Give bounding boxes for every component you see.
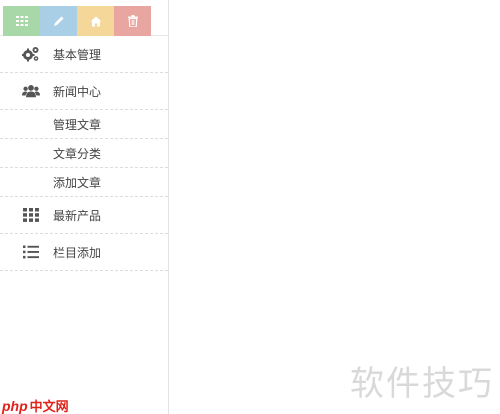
menu-item-latest-products[interactable]: 最新产品 bbox=[0, 197, 168, 234]
menu-item-label: 最新产品 bbox=[53, 208, 102, 223]
watermark-site-text: 软件技巧 bbox=[350, 364, 494, 404]
php-logo-text: php bbox=[2, 397, 28, 414]
shortcut-home-button[interactable] bbox=[77, 6, 114, 36]
shortcut-edit-button[interactable] bbox=[40, 6, 77, 36]
menu-item-label: 栏目添加 bbox=[53, 245, 102, 260]
pencil-icon bbox=[53, 16, 63, 26]
submenu-item-article-categories[interactable]: 文章分类 bbox=[0, 139, 168, 168]
shortcut-delete-button[interactable] bbox=[114, 6, 151, 36]
sidebar: 基本管理 新闻中心 管理文章 文章分类 添加文章 最新产品 栏目添加 bbox=[0, 0, 169, 414]
grid-icon bbox=[15, 16, 28, 26]
shortcut-grid-button[interactable] bbox=[3, 6, 40, 36]
menu-item-news-center[interactable]: 新闻中心 bbox=[0, 73, 168, 110]
grid-icon bbox=[22, 206, 40, 224]
trash-icon bbox=[127, 15, 138, 27]
menu-item-basic-management[interactable]: 基本管理 bbox=[0, 36, 168, 73]
list-icon bbox=[22, 243, 40, 261]
page: 基本管理 新闻中心 管理文章 文章分类 添加文章 最新产品 栏目添加 软件技巧 … bbox=[0, 0, 500, 414]
php-logo-suffix: 中文网 bbox=[29, 399, 69, 414]
menu-item-label: 基本管理 bbox=[53, 47, 102, 62]
gears-icon bbox=[22, 45, 40, 63]
watermark-php-logo: php 中文网 bbox=[2, 396, 69, 414]
submenu-item-add-article[interactable]: 添加文章 bbox=[0, 168, 168, 197]
shortcut-toolbar bbox=[0, 0, 168, 36]
home-icon bbox=[90, 16, 101, 26]
nav-menu: 基本管理 新闻中心 管理文章 文章分类 添加文章 最新产品 栏目添加 bbox=[0, 35, 168, 271]
users-icon bbox=[22, 82, 40, 100]
menu-item-label: 新闻中心 bbox=[53, 84, 102, 99]
menu-item-column-add[interactable]: 栏目添加 bbox=[0, 234, 168, 271]
submenu-item-manage-articles[interactable]: 管理文章 bbox=[0, 110, 168, 139]
